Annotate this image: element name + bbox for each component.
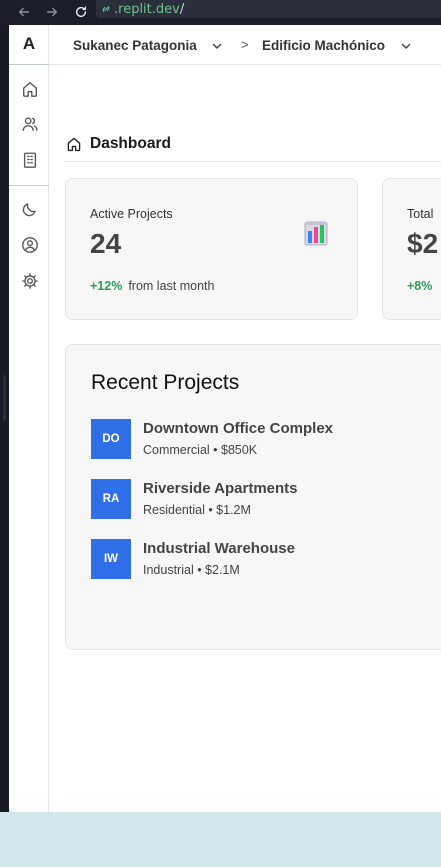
arrow-left-icon <box>18 7 30 17</box>
workspace-dropdown[interactable] <box>211 39 223 51</box>
stat-card-active-projects: Active Projects 24 +12% from last month <box>65 178 358 320</box>
sidebar: A <box>9 25 49 812</box>
profile-icon <box>22 237 38 253</box>
arrow-right-icon <box>46 7 58 17</box>
stat-change-percent: +8% <box>407 279 433 293</box>
link-icon <box>102 6 110 12</box>
window-edge <box>0 25 9 812</box>
project-meta: Residential • $1.2M <box>143 503 251 517</box>
stat-card-total: Total $2 +8% <box>382 178 441 320</box>
topbar: Sukanec Patagonia > Edificio Machónico <box>49 25 441 65</box>
breadcrumb: Dashboard <box>66 133 171 155</box>
stat-change: +8% <box>407 279 432 293</box>
page-title: Dashboard <box>90 135 171 152</box>
stat-label: Total <box>407 207 434 221</box>
sidebar-item-profile[interactable] <box>21 236 39 254</box>
url-suffix: / <box>179 1 185 17</box>
project-name: Riverside Apartments <box>143 480 298 497</box>
stat-change-note: from last month <box>128 279 215 293</box>
stat-label: Active Projects <box>90 207 173 221</box>
chevron-down-icon <box>212 43 222 49</box>
sidebar-item-users[interactable] <box>21 115 39 133</box>
project-badge: IW <box>91 539 131 579</box>
building-icon <box>23 152 37 168</box>
project-name: Industrial Warehouse <box>143 540 295 557</box>
sidebar-item-settings[interactable] <box>21 272 39 290</box>
stat-change-percent: +12% <box>90 279 123 293</box>
chevron-down-icon <box>401 43 411 49</box>
reload-icon <box>75 6 87 18</box>
project-name: Downtown Office Complex <box>143 420 334 437</box>
forward-button[interactable] <box>42 2 62 22</box>
settings-icon <box>22 273 38 289</box>
sidebar-item-home[interactable] <box>21 80 39 98</box>
stat-value: 24 <box>90 228 122 259</box>
bar-chart-icon <box>304 221 328 246</box>
address-bar[interactable]: .replit.dev / <box>96 0 441 18</box>
browser-toolbar: .replit.dev / <box>0 0 441 25</box>
main-content: Dashboard Active Projects 24 +12% from la… <box>49 65 441 812</box>
users-icon <box>22 117 38 131</box>
moon-icon <box>22 203 36 217</box>
project-meta: Industrial • $2.1M <box>143 563 240 577</box>
recent-projects-title: Recent Projects <box>91 371 240 394</box>
back-button[interactable] <box>14 2 34 22</box>
header-divider <box>65 161 441 162</box>
resize-handle[interactable] <box>3 375 6 421</box>
url-text: .replit.dev <box>114 1 180 17</box>
home-icon <box>67 137 81 152</box>
app-logo[interactable]: A <box>9 34 49 54</box>
list-item[interactable]: RA Riverside Apartments Residential • $1… <box>91 479 431 519</box>
reload-button[interactable] <box>71 2 91 22</box>
sidebar-divider <box>9 185 49 186</box>
project-badge: DO <box>91 419 131 459</box>
stat-change: +12% from last month <box>90 279 214 293</box>
list-item[interactable]: IW Industrial Warehouse Industrial • $2.… <box>91 539 431 579</box>
home-icon <box>23 82 37 97</box>
stat-value: $2 <box>407 228 439 259</box>
project-selector[interactable]: Edificio Machónico <box>262 38 385 53</box>
app-window: A Sukanec Patagonia > Edificio Machónico <box>9 25 441 812</box>
recent-projects-card: Recent Projects DO Downtown Office Compl… <box>65 344 441 650</box>
project-meta: Commercial • $850K <box>143 443 258 457</box>
breadcrumb-separator: > <box>241 37 249 52</box>
list-item[interactable]: DO Downtown Office Complex Commercial • … <box>91 419 431 459</box>
project-badge: RA <box>91 479 131 519</box>
sidebar-item-buildings[interactable] <box>21 151 39 169</box>
project-dropdown[interactable] <box>400 39 412 51</box>
sidebar-divider <box>9 64 49 65</box>
theme-toggle[interactable] <box>21 200 39 218</box>
workspace-selector[interactable]: Sukanec Patagonia <box>73 38 197 53</box>
